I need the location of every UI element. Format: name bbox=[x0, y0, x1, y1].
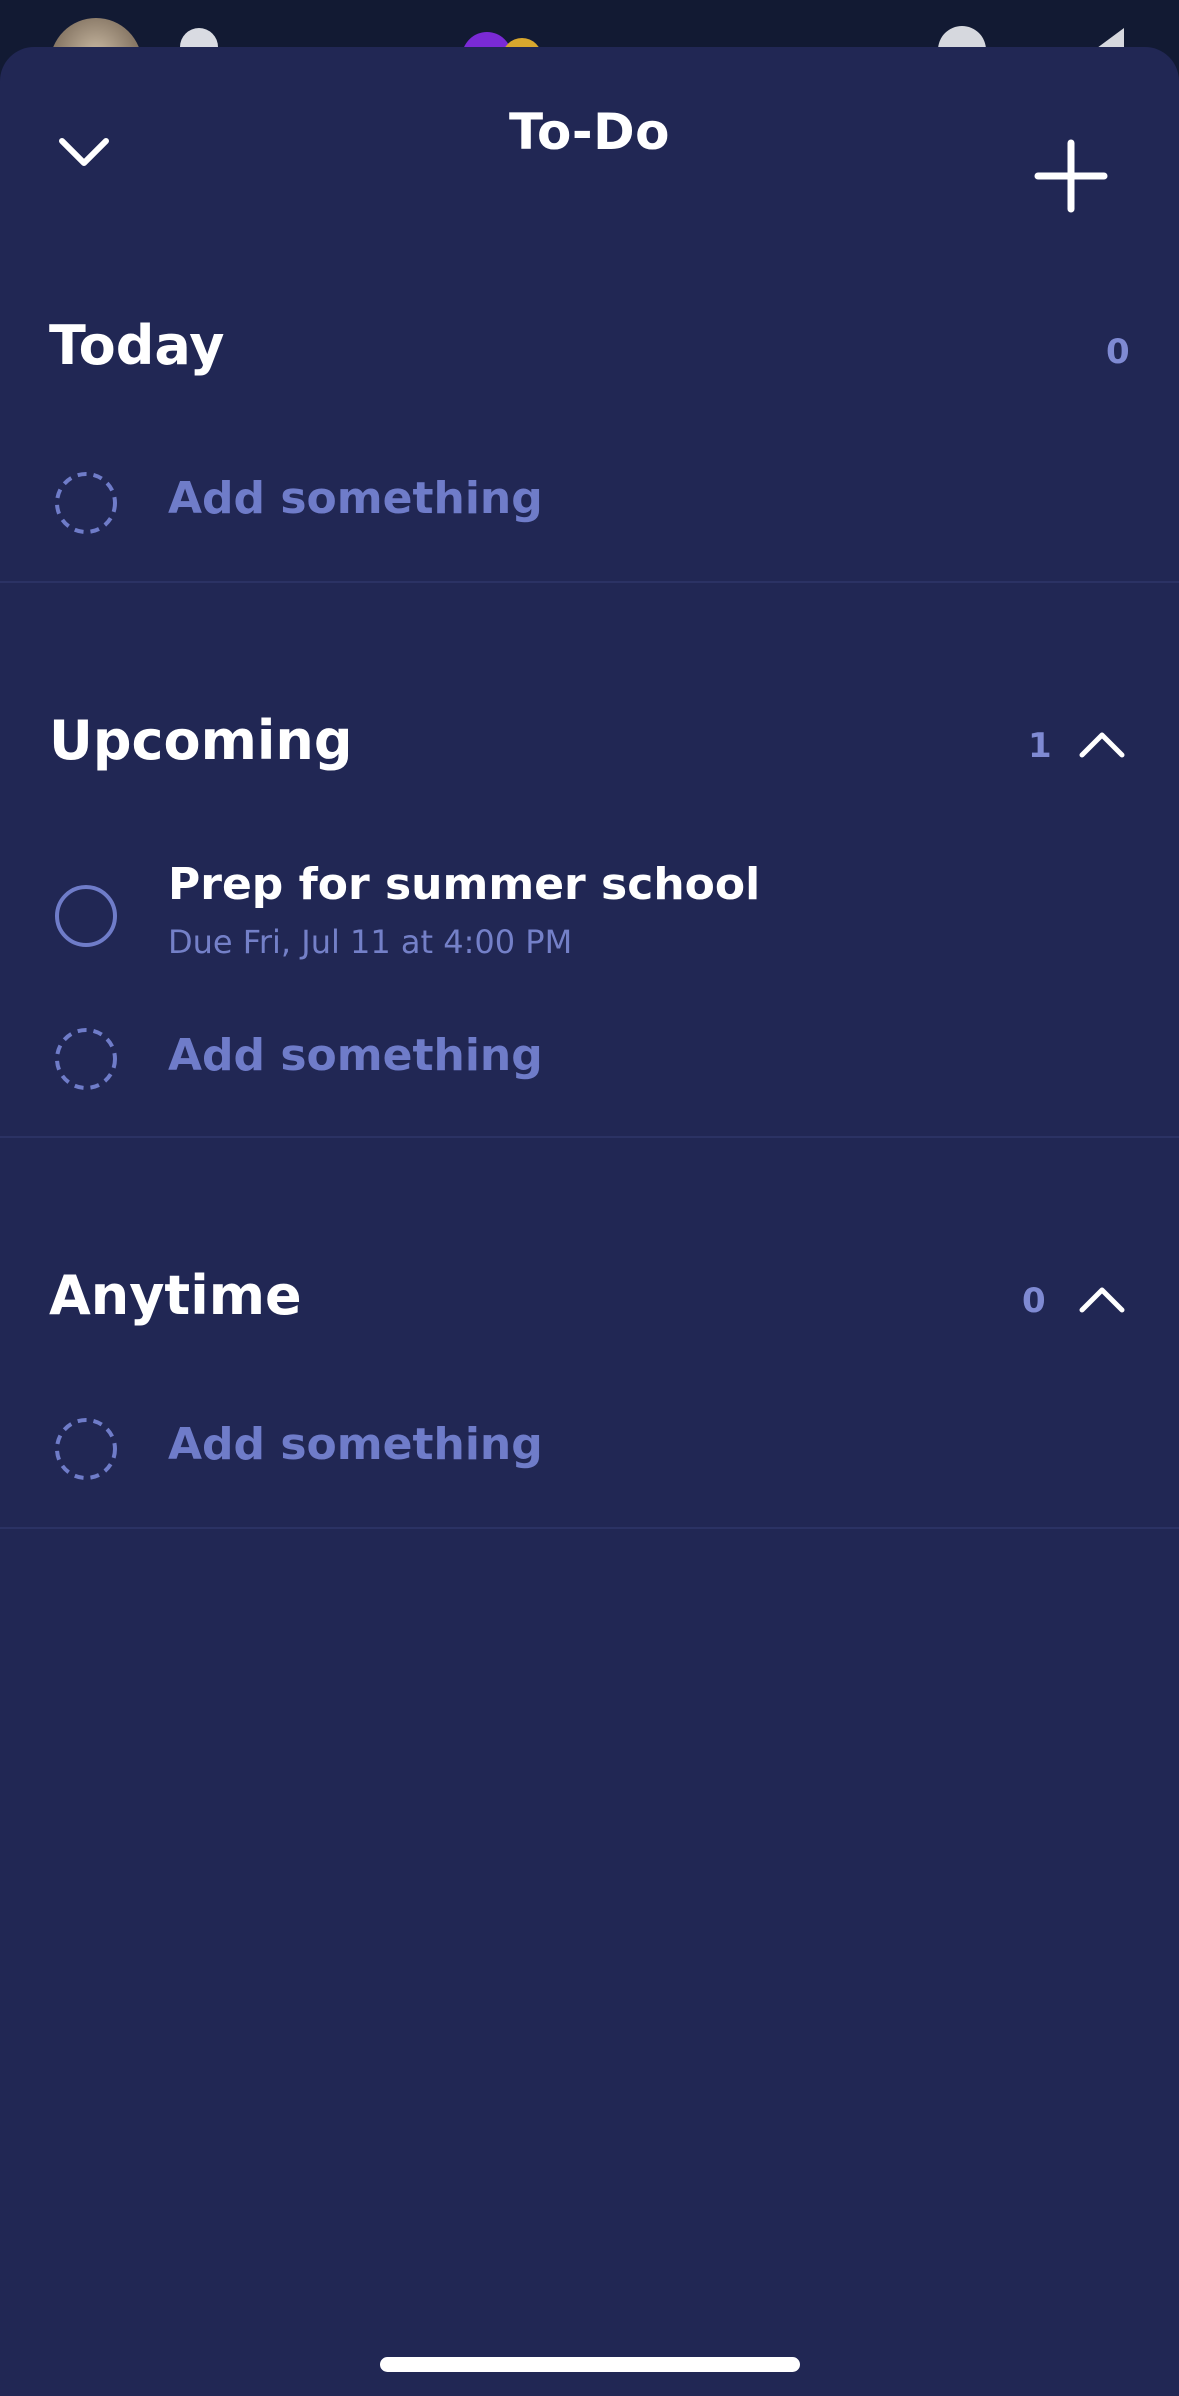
section-count-upcoming: 1 bbox=[1028, 726, 1052, 766]
section-count-anytime: 0 bbox=[1022, 1281, 1046, 1321]
home-indicator[interactable] bbox=[380, 2357, 800, 2372]
todo-sheet: To-Do Today 0 Add something Upcoming 1 P… bbox=[0, 47, 1179, 2396]
chevron-up-icon[interactable] bbox=[1076, 727, 1128, 761]
plus-icon[interactable] bbox=[1030, 135, 1112, 217]
task-checkbox-icon[interactable] bbox=[54, 884, 118, 948]
chevron-up-icon[interactable] bbox=[1076, 1282, 1128, 1316]
section-today: Today 0 Add something bbox=[0, 222, 1179, 583]
task-due-date: Due Fri, Jul 11 at 4:00 PM bbox=[168, 923, 573, 961]
section-title-upcoming: Upcoming bbox=[49, 709, 353, 772]
section-title-today: Today bbox=[49, 314, 225, 377]
dashed-circle-icon[interactable] bbox=[54, 471, 118, 535]
section-anytime: Anytime 0 Add something bbox=[0, 1138, 1179, 1529]
section-count-today: 0 bbox=[1106, 332, 1130, 372]
task-title[interactable]: Prep for summer school bbox=[168, 859, 760, 910]
page-title: To-Do bbox=[509, 103, 670, 161]
section-title-anytime: Anytime bbox=[49, 1264, 302, 1327]
section-upcoming: Upcoming 1 Prep for summer school Due Fr… bbox=[0, 583, 1179, 1138]
dashed-circle-icon[interactable] bbox=[54, 1027, 118, 1091]
dashed-circle-icon[interactable] bbox=[54, 1417, 118, 1481]
add-something-button-today[interactable]: Add something bbox=[168, 473, 543, 524]
sheet-header: To-Do bbox=[0, 47, 1179, 222]
add-something-button-upcoming[interactable]: Add something bbox=[168, 1030, 543, 1081]
add-something-button-anytime[interactable]: Add something bbox=[168, 1419, 543, 1470]
